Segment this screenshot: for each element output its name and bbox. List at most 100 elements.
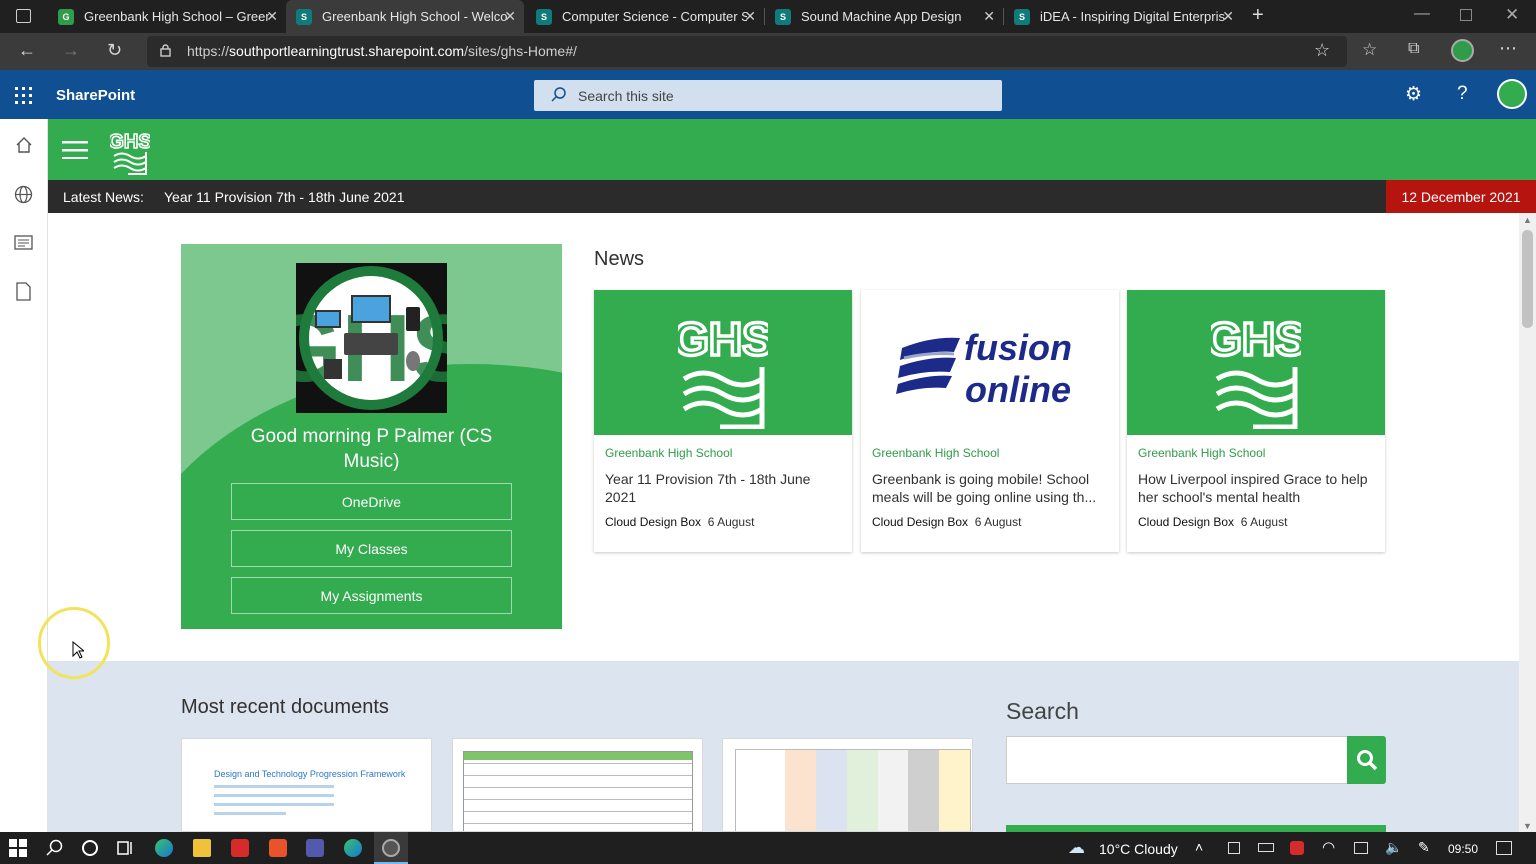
- lock-icon[interactable]: [160, 44, 171, 57]
- home-icon[interactable]: [15, 136, 33, 154]
- refresh-icon[interactable]: ↻: [107, 40, 122, 61]
- search-icon[interactable]: [46, 839, 64, 857]
- search-input[interactable]: [1006, 736, 1348, 784]
- news-card[interactable]: GHS Greenbank High School How Liverpool …: [1127, 290, 1385, 552]
- news-card[interactable]: fusion online Greenbank High School Gree…: [861, 290, 1119, 552]
- volume-icon[interactable]: 🔈: [1385, 839, 1402, 856]
- my-assignments-button[interactable]: My Assignments: [231, 577, 512, 614]
- svg-text:GHS: GHS: [110, 131, 150, 153]
- svg-text:GHS: GHS: [678, 313, 768, 365]
- windows-start-icon[interactable]: [9, 839, 27, 857]
- edge-profile-icon[interactable]: [344, 839, 362, 857]
- ghs-logo-icon[interactable]: GHS: [108, 124, 152, 176]
- app-name[interactable]: SharePoint: [56, 87, 135, 104]
- news-date: 6 August: [1240, 515, 1288, 529]
- news-headline[interactable]: How Liverpool inspired Grace to help her…: [1138, 470, 1376, 507]
- cs-logo-image: GHS: [267, 263, 475, 413]
- weather-text[interactable]: 10°C Cloudy: [1099, 841, 1178, 857]
- more-menu-icon[interactable]: ⋯: [1499, 38, 1517, 59]
- red-app-tray-icon[interactable]: [1290, 841, 1304, 855]
- tab-close-icon[interactable]: ✕: [1222, 8, 1234, 25]
- tab-close-icon[interactable]: ✕: [744, 8, 756, 25]
- news-source[interactable]: Greenbank High School: [1138, 446, 1265, 460]
- onedrive-button[interactable]: OneDrive: [231, 483, 512, 520]
- scroll-up-arrow[interactable]: ▲: [1523, 215, 1532, 225]
- news-date: 6 August: [974, 515, 1022, 529]
- news-headline[interactable]: Year 11 Provision 7th - 18th June 2021: [605, 470, 843, 507]
- app-launcher-icon[interactable]: [15, 87, 32, 104]
- tray-icon[interactable]: [1228, 842, 1240, 854]
- fusion-online-logo-image: fusion online: [861, 290, 1119, 435]
- back-icon[interactable]: ←: [18, 40, 36, 61]
- news-source[interactable]: Greenbank High School: [872, 446, 999, 460]
- document-thumbnail[interactable]: Design and Technology Progression Framew…: [181, 738, 432, 832]
- close-window-button[interactable]: ✕: [1505, 5, 1519, 25]
- news-source[interactable]: Greenbank High School: [605, 446, 732, 460]
- document-icon[interactable]: [16, 282, 31, 301]
- task-view-icon[interactable]: [116, 839, 134, 857]
- scroll-down-arrow[interactable]: ▼: [1523, 821, 1532, 831]
- news-meta: Cloud Design Box 6 August: [872, 515, 1021, 529]
- tab-favicon-icon: S: [1014, 8, 1030, 25]
- url-text[interactable]: https://southportlearningtrust.sharepoin…: [187, 43, 577, 59]
- teams-icon[interactable]: [306, 839, 324, 857]
- restore-button[interactable]: [1460, 9, 1472, 21]
- profile-avatar-icon[interactable]: [1451, 39, 1474, 62]
- favorites-icon[interactable]: ☆: [1362, 40, 1377, 60]
- scrollbar-thumb[interactable]: [1522, 230, 1533, 328]
- browser-tab[interactable]: S Sound Machine App Design ✕: [765, 0, 1003, 33]
- collections-icon[interactable]: ⧉: [1408, 40, 1419, 58]
- document-thumbnail[interactable]: [452, 738, 703, 832]
- user-avatar[interactable]: [1497, 79, 1527, 109]
- news-headline[interactable]: Greenbank is going mobile! School meals …: [872, 470, 1110, 507]
- pen-icon[interactable]: ✎: [1418, 839, 1430, 856]
- tab-close-icon[interactable]: ✕: [504, 8, 516, 25]
- tab-separator: [764, 8, 765, 25]
- browser-tab[interactable]: S Greenbank High School - Welcome ✕: [286, 0, 524, 33]
- settings-gear-icon[interactable]: ⚙: [1405, 83, 1422, 106]
- tray-chevron-icon[interactable]: ˄: [1195, 839, 1203, 855]
- recording-app-icon[interactable]: [382, 839, 400, 857]
- tab-actions-icon[interactable]: [16, 9, 31, 23]
- document-thumbnail[interactable]: [722, 738, 973, 832]
- edge-icon[interactable]: [155, 839, 173, 857]
- new-tab-button[interactable]: +: [1252, 4, 1264, 27]
- favorite-add-icon[interactable]: ☆: [1314, 40, 1330, 61]
- latest-news-ticker: Latest News: Year 11 Provision 7th - 18t…: [48, 180, 1536, 213]
- tab-close-icon[interactable]: ✕: [983, 8, 995, 25]
- file-explorer-icon[interactable]: [193, 839, 211, 857]
- forward-icon[interactable]: →: [62, 40, 80, 61]
- latest-news-item[interactable]: Year 11 Provision 7th - 18th June 2021: [164, 189, 405, 205]
- minimize-button[interactable]: —: [1414, 5, 1430, 23]
- notifications-icon[interactable]: [1496, 841, 1512, 855]
- my-classes-button[interactable]: My Classes: [231, 530, 512, 567]
- office-icon[interactable]: [269, 839, 287, 857]
- help-icon[interactable]: ?: [1457, 83, 1468, 105]
- cortana-icon[interactable]: [81, 839, 99, 857]
- clock-time[interactable]: 09:50: [1448, 842, 1478, 856]
- document-text-lines: [214, 785, 334, 815]
- tab-close-icon[interactable]: ✕: [266, 8, 278, 25]
- search-button[interactable]: [1347, 736, 1386, 784]
- app-icon-red[interactable]: [231, 839, 249, 857]
- news-card[interactable]: GHS Greenbank High School Year 11 Provis…: [594, 290, 852, 552]
- url-bar[interactable]: https://southportlearningtrust.sharepoin…: [147, 36, 1347, 67]
- hamburger-menu-icon[interactable]: [62, 141, 88, 160]
- globe-icon[interactable]: [14, 185, 33, 204]
- battery-icon[interactable]: [1258, 843, 1274, 852]
- ghs-logo-image: GHS: [594, 290, 852, 435]
- wifi-icon[interactable]: ◠: [1322, 838, 1335, 856]
- cloud-icon: ☁: [1068, 838, 1085, 857]
- news-icon[interactable]: [14, 235, 33, 250]
- page-scrollbar[interactable]: ▲ ▼: [1519, 213, 1536, 832]
- mouse-pointer-icon: [72, 640, 86, 659]
- welcome-card: GHS Good morning P Palmer (CS Music) One…: [181, 244, 562, 629]
- display-icon[interactable]: [1354, 842, 1368, 854]
- browser-tab[interactable]: G Greenbank High School – Greenbank✕: [48, 0, 286, 33]
- search-heading: Search: [1006, 698, 1079, 724]
- site-search-box[interactable]: Search this site: [534, 80, 1002, 111]
- browser-tab[interactable]: SiDEA - Inspiring Digital Enterprise ✕: [1004, 0, 1242, 33]
- tab-separator: [1003, 8, 1004, 25]
- search-placeholder: Search this site: [578, 88, 674, 104]
- browser-tab[interactable]: S Computer Science - Computer Science✕: [526, 0, 764, 33]
